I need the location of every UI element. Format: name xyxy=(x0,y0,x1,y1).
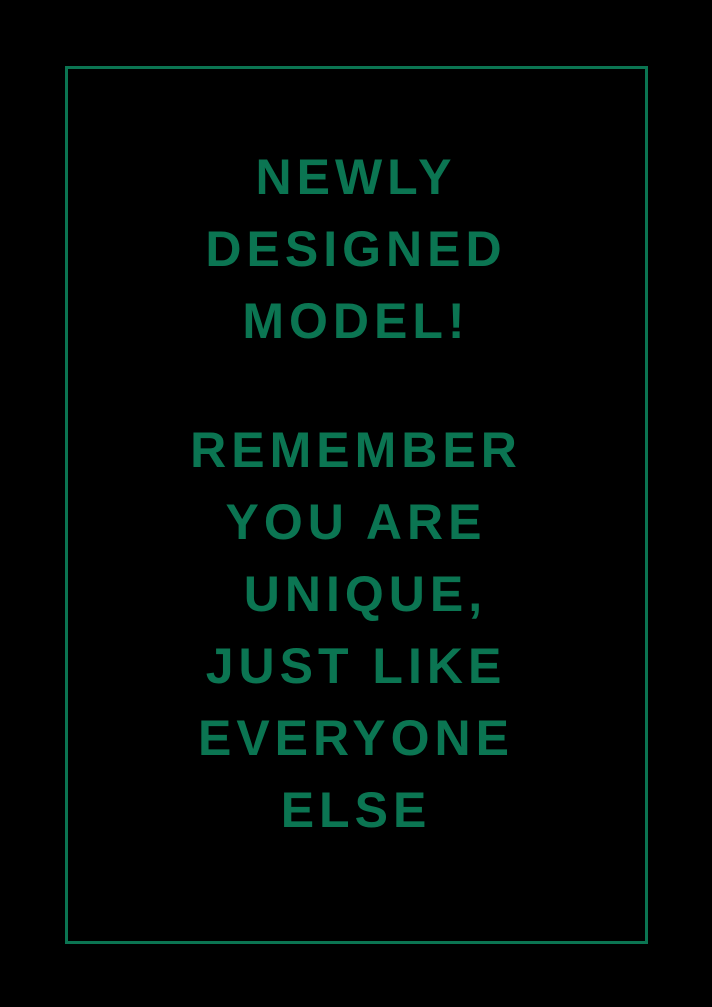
message-line: JUST LIKE xyxy=(205,638,507,694)
message-line: YOU ARE xyxy=(225,494,487,550)
headline-line: DESIGNED xyxy=(205,221,507,277)
headline: NEWLY DESIGNED MODEL! xyxy=(0,141,712,357)
poster: NEWLY DESIGNED MODEL! REMEMBER YOU ARE U… xyxy=(0,0,712,1007)
message-line: ELSE xyxy=(280,782,432,838)
message-line: REMEMBER xyxy=(190,422,522,478)
headline-line: NEWLY xyxy=(255,149,457,205)
headline-line: MODEL! xyxy=(242,293,470,349)
message: REMEMBER YOU ARE UNIQUE, JUST LIKE EVERY… xyxy=(0,414,712,846)
message-line: EVERYONE xyxy=(197,710,514,766)
message-line: UNIQUE, xyxy=(224,566,488,622)
